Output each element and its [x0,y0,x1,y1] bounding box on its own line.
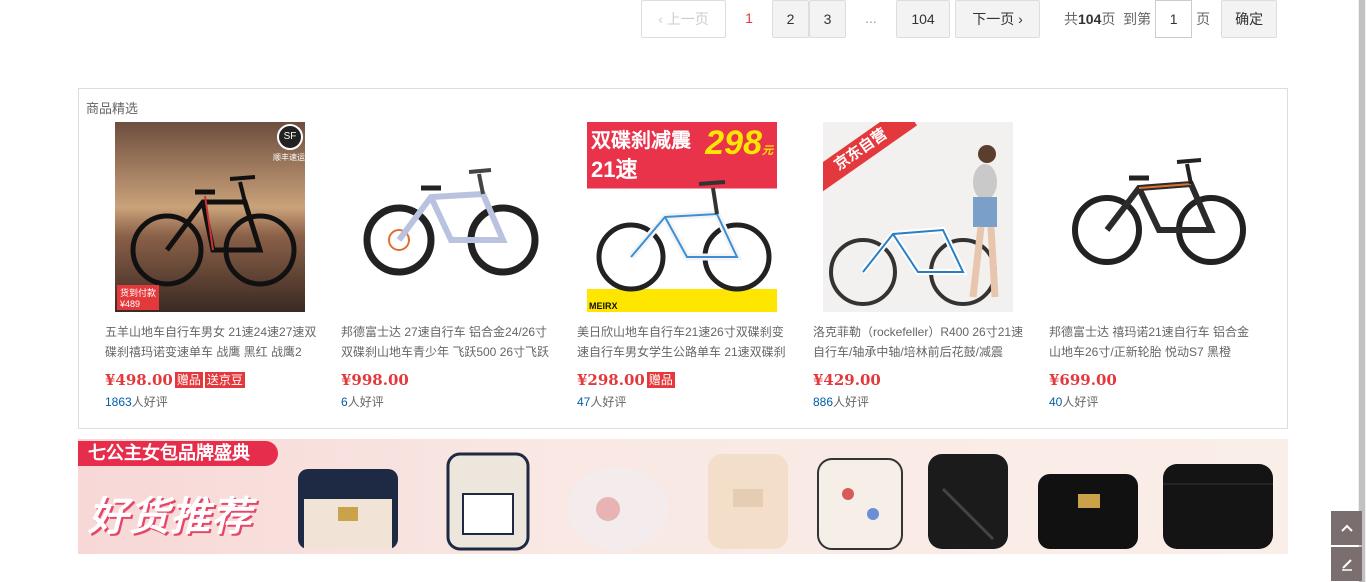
price-line: ¥998.00 [341,371,553,389]
prev-label: 上一页 [666,11,709,27]
product-name[interactable]: 美日欣山地车自行车21速26寸双碟刹变速自行车男女学生公路单车 21速双碟刹 [577,322,789,362]
product-price: ¥699.00 [1049,371,1117,389]
product-name[interactable]: 洛克菲勒（rockefeller）R400 26寸21速自行车/轴承中轴/培林前… [813,322,1025,362]
cod-price: ¥489 [120,299,141,309]
page-2-button[interactable]: 2 [772,0,809,38]
product-card: 双碟刹减震 21速 298元 MEIRX 美日欣山地车自行车21速26寸双碟刹变… [577,122,789,410]
back-to-top-button[interactable] [1331,511,1362,545]
review-suffix: 人好评 [131,395,168,409]
product-image[interactable]: 京东自营 [823,122,1013,312]
review-count: 40人好评 [1049,393,1261,410]
product-image[interactable] [1059,122,1249,312]
goto-suffix: 页 [1196,11,1211,27]
review-suffix: 人好评 [833,395,870,409]
bicycle-icon [1072,158,1246,265]
promo-brand: MEIRX [589,301,618,311]
chevron-up-icon [1340,524,1353,532]
page-3-button[interactable]: 3 [809,0,846,38]
review-suffix: 人好评 [347,395,384,409]
product-price: ¥298.00 [577,371,645,389]
next-page-button[interactable]: 下一页 › [955,0,1040,38]
feedback-button[interactable] [1331,547,1362,581]
review-number[interactable]: 1863 [105,395,132,409]
product-price: ¥498.00 [105,371,173,389]
price-line: ¥429.00 [813,371,1025,389]
product-name[interactable]: 五羊山地车自行车男女 21速24速27速双碟刹禧玛诺变速单车 战鹰 黑红 战鹰2 [105,322,317,362]
product-name[interactable]: 邦德富士达 禧玛诺21速自行车 铝合金山地车26寸/正新轮胎 悦动S7 黑橙 [1049,322,1261,362]
page-scrollbar[interactable] [1358,0,1366,582]
review-number[interactable]: 6 [341,395,348,409]
page-total-info: 共 104 页 到第 1 页 确定 [1064,0,1278,38]
page-1-current: 1 [726,0,772,38]
price-line: ¥699.00 [1049,371,1261,389]
cod-badge: 货到付款 ¥489 [117,285,160,310]
product-name[interactable]: 邦德富士达 27速自行车 铝合金24/26寸双碟刹山地车青少年 飞跃500 26… [341,322,553,362]
product-card: 邦德富士达 禧玛诺21速自行车 铝合金山地车26寸/正新轮胎 悦动S7 黑橙 ¥… [1049,122,1261,410]
next-label: 下一页 [972,11,1015,27]
review-number[interactable]: 886 [813,395,833,409]
price-line: ¥498.00 赠品 送京豆 [105,371,317,389]
price-line: ¥298.00 赠品 [577,371,789,389]
banner-tag: 七公主女包品牌盛典 [78,441,278,466]
review-count: 1863人好评 [105,393,317,410]
edit-icon [1341,559,1352,571]
gift-tag: 赠品 [174,372,203,388]
review-number[interactable]: 47 [577,395,590,409]
product-price: ¥429.00 [813,371,881,389]
review-number[interactable]: 40 [1049,395,1062,409]
review-count: 886人好评 [813,393,1025,410]
bicycle-icon [596,180,772,292]
bicycle-icon [363,168,539,276]
product-price: ¥998.00 [341,371,409,389]
goto-prefix: 到第 [1123,11,1152,27]
bicycle-icon [130,175,297,287]
sf-label: 顺丰速运 [273,153,305,162]
selected-products-panel: 商品精选 SF 顺丰速运 货到付款 ¥489 五羊山地车自行车男女 21速24速2… [78,88,1288,429]
review-suffix: 人好评 [590,395,627,409]
gift-tag: 赠品 [646,372,675,388]
banner-headline: 好货推荐 [88,495,252,539]
product-image[interactable]: SF 顺丰速运 货到付款 ¥489 [115,122,305,312]
confirm-button[interactable]: 确定 [1221,0,1278,38]
product-card: 邦德富士达 27速自行车 铝合金24/26寸双碟刹山地车青少年 飞跃500 26… [341,122,553,410]
total-pages: 104 [1078,11,1102,27]
sf-express-icon: SF [277,124,303,150]
product-image[interactable]: 双碟刹减震 21速 298元 MEIRX [587,122,777,312]
scrollbar-thumb[interactable] [1359,0,1365,582]
product-card: 京东自营 洛克菲勒（rockefeller）R400 26寸21速自行车/轴承中… [813,122,1025,410]
panel-title: 商品精选 [86,101,139,116]
pagination-ellipsis: ... [846,0,896,38]
review-count: 6人好评 [341,393,553,410]
pagination: ‹ 上一页 1 2 3 ... 104 下一页 › 共 104 页 到第 1 页 确… [641,0,1278,38]
jd-bean-tag: 送京豆 [204,372,245,388]
product-card: SF 顺丰速运 货到付款 ¥489 五羊山地车自行车男女 21速24速27速双碟刹… [105,122,317,410]
total-suffix: 页 [1101,11,1116,27]
promo-banner[interactable]: 七公主女包品牌盛典 好货推荐 [78,439,1288,554]
product-image[interactable] [351,122,541,312]
prev-page-button[interactable]: ‹ 上一页 [641,0,726,38]
review-suffix: 人好评 [1062,395,1099,409]
goto-page-input[interactable]: 1 [1155,0,1193,38]
review-count: 47人好评 [577,393,789,410]
cod-label: 货到付款 [120,288,157,298]
handbags-image [298,452,1273,551]
page-last-button[interactable]: 104 [896,0,950,38]
total-prefix: 共 [1064,11,1078,27]
